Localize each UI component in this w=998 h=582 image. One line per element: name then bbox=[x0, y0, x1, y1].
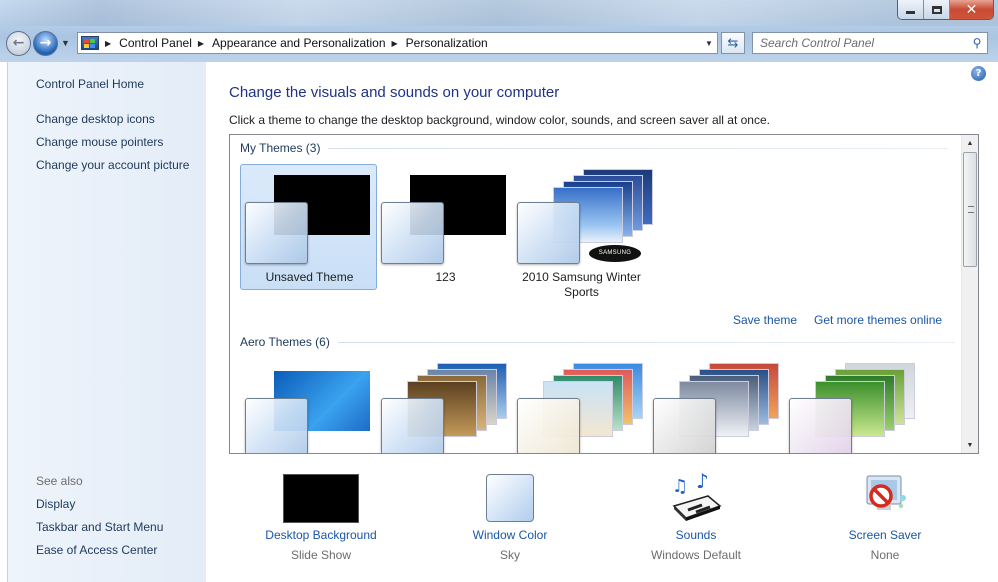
theme-name: 123 bbox=[435, 270, 456, 284]
aero-theme-landscapes[interactable] bbox=[648, 360, 785, 453]
maximize-button[interactable] bbox=[924, 0, 950, 19]
address-bar[interactable]: ▶ Control Panel ▶ Appearance and Persona… bbox=[77, 32, 718, 54]
theme-samsung-winter-sports[interactable]: SAMSUNG 2010 Samsung Winter Sports bbox=[512, 164, 653, 299]
black-wallpaper-icon bbox=[283, 474, 359, 523]
breadcrumb-chevron-icon[interactable]: ▶ bbox=[392, 39, 398, 48]
aero-themes-label: Aero Themes (6) bbox=[240, 335, 330, 349]
setting-name[interactable]: Sounds bbox=[616, 528, 776, 542]
see-also-heading: See also bbox=[36, 474, 83, 488]
theme-window-color-preview bbox=[381, 398, 444, 453]
scroll-up-icon[interactable]: ▲ bbox=[962, 135, 978, 151]
page-title: Change the visuals and sounds on your co… bbox=[229, 84, 560, 101]
setting-value: Windows Default bbox=[650, 548, 742, 562]
change-mouse-pointers-link[interactable]: Change mouse pointers bbox=[36, 135, 163, 149]
theme-window-color-preview bbox=[517, 202, 580, 264]
maximize-icon bbox=[931, 5, 942, 14]
my-themes-group-header: My Themes (3) bbox=[240, 141, 949, 155]
taskbar-start-menu-link[interactable]: Taskbar and Start Menu bbox=[36, 520, 163, 534]
theme-window-color-preview bbox=[245, 202, 308, 264]
close-button[interactable]: ✕ bbox=[950, 0, 993, 19]
setting-value: Slide Show bbox=[290, 548, 352, 562]
forward-arrow-icon: → bbox=[39, 35, 52, 51]
theme-list: My Themes (3) Unsaved Theme 123 SAMSUNG bbox=[229, 134, 979, 454]
close-icon: ✕ bbox=[965, 1, 978, 18]
theme-window-color-preview bbox=[245, 398, 308, 453]
breadcrumb-control-panel[interactable]: Control Panel bbox=[119, 36, 192, 50]
search-input[interactable] bbox=[753, 34, 967, 52]
control-panel-home-link[interactable]: Control Panel Home bbox=[36, 77, 144, 91]
screen-saver-icon bbox=[859, 472, 911, 522]
theme-window-color-preview bbox=[381, 202, 444, 264]
main-content: ? Change the visuals and sounds on your … bbox=[206, 62, 998, 582]
window-controls: ✕ bbox=[897, 0, 994, 20]
theme-window-color-preview bbox=[653, 398, 716, 453]
my-themes-label: My Themes (3) bbox=[240, 141, 321, 155]
theme-window-color-preview bbox=[517, 398, 580, 453]
page-instructions: Click a theme to change the desktop back… bbox=[229, 113, 770, 127]
window-color-setting[interactable]: Window Color Sky bbox=[430, 462, 590, 562]
theme-name: Unsaved Theme bbox=[265, 270, 354, 284]
recent-pages-dropdown-icon[interactable]: ▼ bbox=[61, 38, 70, 48]
aero-theme-windows-7[interactable] bbox=[240, 360, 377, 453]
samsung-logo: SAMSUNG bbox=[589, 245, 641, 262]
setting-name[interactable]: Desktop Background bbox=[241, 528, 401, 542]
setting-value: Sky bbox=[499, 548, 520, 562]
display-link[interactable]: Display bbox=[36, 497, 75, 511]
setting-name[interactable]: Window Color bbox=[430, 528, 590, 542]
back-arrow-icon: ← bbox=[12, 35, 25, 51]
theme-123[interactable]: 123 bbox=[376, 164, 513, 290]
screen-saver-setting[interactable]: Screen Saver None bbox=[805, 462, 965, 562]
theme-name: 2010 Samsung Winter Sports bbox=[522, 270, 641, 299]
ease-of-access-link[interactable]: Ease of Access Center bbox=[36, 543, 157, 557]
control-panel-icon bbox=[81, 36, 99, 50]
navigation-buttons: ← → ▼ bbox=[6, 30, 70, 56]
svg-text:♪: ♪ bbox=[696, 472, 709, 493]
breadcrumb-chevron-icon[interactable]: ▶ bbox=[198, 39, 204, 48]
aero-theme-architecture[interactable] bbox=[376, 360, 513, 453]
forward-button[interactable]: → bbox=[33, 30, 58, 56]
breadcrumb-appearance[interactable]: Appearance and Personalization bbox=[212, 36, 385, 50]
group-divider bbox=[328, 147, 949, 149]
setting-value: None bbox=[870, 548, 900, 562]
scroll-down-icon[interactable]: ▼ bbox=[962, 437, 978, 453]
window-color-swatch-icon bbox=[486, 474, 534, 522]
theme-unsaved[interactable]: Unsaved Theme bbox=[240, 164, 377, 290]
minimize-button[interactable] bbox=[898, 0, 924, 19]
back-button[interactable]: ← bbox=[6, 30, 31, 56]
aero-theme-nature[interactable] bbox=[784, 360, 921, 453]
save-theme-link[interactable]: Save theme bbox=[733, 313, 797, 327]
music-keyboard-icon: ♫ ♪ bbox=[668, 469, 724, 522]
setting-name[interactable]: Screen Saver bbox=[805, 528, 965, 542]
aero-themes-group-header: Aero Themes (6) bbox=[240, 335, 955, 349]
address-dropdown-icon[interactable]: ▼ bbox=[701, 33, 717, 53]
thumb-grip bbox=[968, 206, 974, 213]
breadcrumb-personalization[interactable]: Personalization bbox=[406, 36, 488, 50]
refresh-button[interactable]: ⇆ bbox=[721, 32, 745, 54]
help-icon[interactable]: ? bbox=[971, 66, 986, 81]
search-icon[interactable]: ⚲ bbox=[967, 36, 987, 50]
sounds-setting[interactable]: ♫ ♪ Sounds Windows Default bbox=[616, 462, 776, 562]
scroll-thumb[interactable] bbox=[963, 152, 977, 267]
search-box: ⚲ bbox=[752, 32, 988, 54]
svg-text:♫: ♫ bbox=[672, 476, 688, 497]
refresh-icon: ⇆ bbox=[727, 35, 739, 51]
theme-list-scrollbar[interactable]: ▲ ▼ bbox=[961, 135, 978, 453]
breadcrumb-chevron-icon[interactable]: ▶ bbox=[105, 39, 111, 48]
minimize-icon bbox=[906, 11, 915, 14]
group-divider bbox=[337, 341, 955, 343]
change-desktop-icons-link[interactable]: Change desktop icons bbox=[36, 112, 155, 126]
get-more-themes-link[interactable]: Get more themes online bbox=[814, 313, 942, 327]
desktop-background-setting[interactable]: Desktop Background Slide Show bbox=[241, 462, 401, 562]
blurred-desktop bbox=[0, 0, 998, 26]
aero-theme-characters[interactable] bbox=[512, 360, 649, 453]
theme-window-color-preview bbox=[789, 398, 852, 453]
change-account-picture-link[interactable]: Change your account picture bbox=[36, 158, 189, 172]
task-pane: Control Panel Home Change desktop icons … bbox=[7, 62, 206, 582]
